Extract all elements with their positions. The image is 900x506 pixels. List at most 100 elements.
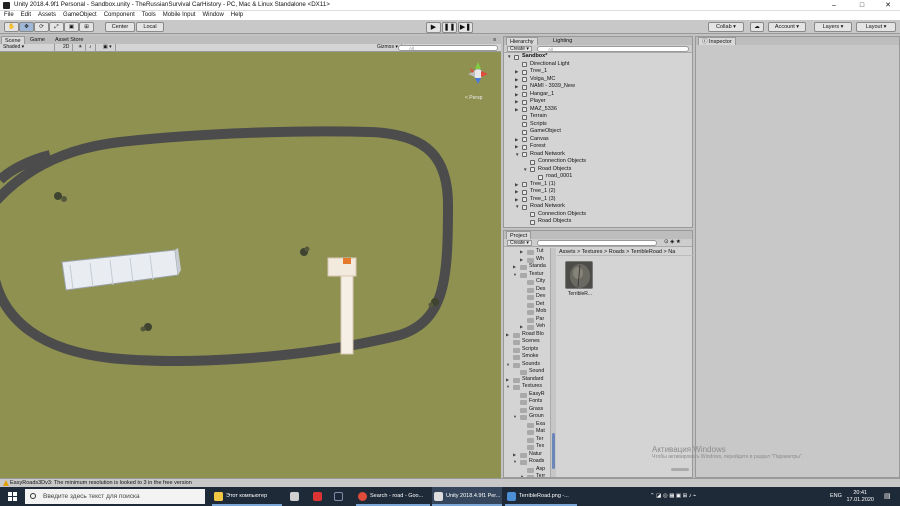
hierarchy-item[interactable]: ▶ Tree_1 (2) — [504, 188, 692, 196]
project-folder-item[interactable]: Sound — [504, 368, 550, 376]
project-folder-item[interactable]: ▼ Textur — [504, 271, 550, 279]
mode-2d-toggle[interactable]: 2D — [60, 44, 74, 51]
expanded-arrow-icon[interactable]: ▼ — [513, 413, 517, 421]
transform-tool-icon[interactable]: ⊞ — [79, 22, 94, 32]
minimize-button[interactable]: – — [822, 0, 846, 11]
collapsed-arrow-icon[interactable]: ▶ — [515, 68, 518, 76]
hierarchy-item[interactable]: Directional Light — [504, 61, 692, 69]
audio-toggle-icon[interactable]: ♪ — [86, 44, 96, 51]
project-folder-item[interactable]: ▶ Natur — [504, 451, 550, 459]
project-folder-item[interactable]: ▶ Tut — [504, 248, 550, 256]
project-folder-item[interactable]: ▶ Standard — [504, 376, 550, 384]
collab-dropdown[interactable]: Collab ▾ — [708, 22, 744, 32]
hierarchy-item[interactable]: ▼ Road Objects — [504, 166, 692, 174]
hierarchy-item[interactable]: road_0001 — [504, 173, 692, 181]
collapsed-arrow-icon[interactable]: ▶ — [513, 263, 516, 271]
project-folder-item[interactable]: Smoke — [504, 353, 550, 361]
collapsed-arrow-icon[interactable]: ▶ — [515, 196, 518, 204]
project-folder-item[interactable]: Det — [504, 301, 550, 309]
collapsed-arrow-icon[interactable]: ▶ — [515, 83, 518, 91]
menu-tools[interactable]: Tools — [142, 11, 156, 20]
panel-menu-icon[interactable]: ≡ — [490, 36, 499, 44]
terrible-road-texture-thumbnail[interactable] — [565, 261, 593, 289]
account-dropdown[interactable]: Account ▾ — [768, 22, 806, 32]
collapsed-arrow-icon[interactable]: ▶ — [515, 98, 518, 106]
project-folder-item[interactable]: Scripts — [504, 346, 550, 354]
hierarchy-item[interactable]: ▼ Road Network — [504, 203, 692, 211]
project-folder-item[interactable]: Mob — [504, 308, 550, 316]
expanded-arrow-icon[interactable]: ▼ — [506, 361, 510, 369]
lighting-toggle-icon[interactable]: ☀ — [75, 44, 87, 51]
hierarchy-search-input[interactable]: All — [537, 46, 689, 52]
hierarchy-create-button[interactable]: Create ▾ — [507, 46, 532, 52]
project-folder-item[interactable]: ▼ Textures — [504, 383, 550, 391]
project-folder-item[interactable]: Par — [504, 316, 550, 324]
hierarchy-item[interactable]: Road Objects — [504, 218, 692, 226]
project-folder-item[interactable]: Des — [504, 286, 550, 294]
hierarchy-item[interactable]: ▶ Volga_MC — [504, 76, 692, 84]
hierarchy-item[interactable]: ▶ Forest — [504, 143, 692, 151]
project-folder-item[interactable]: City — [504, 278, 550, 286]
collapsed-arrow-icon[interactable]: ▶ — [515, 143, 518, 151]
collapsed-arrow-icon[interactable]: ▶ — [506, 331, 509, 339]
hierarchy-item[interactable]: ▶ Canvas — [504, 136, 692, 144]
scrollbar-thumb[interactable] — [552, 433, 555, 469]
taskbar-clock[interactable]: 20:41 17.01.2020 — [846, 490, 874, 503]
tab-inspector[interactable]: ⓘ Inspector — [698, 37, 736, 45]
taskbar-search-input[interactable]: Введите здесь текст для поиска — [25, 489, 205, 504]
project-folder-item[interactable]: ▶ Road Blo — [504, 331, 550, 339]
expanded-arrow-icon[interactable]: ▼ — [520, 473, 524, 477]
language-indicator[interactable]: ENG — [830, 487, 842, 506]
project-folder-item[interactable]: ▼ Terr — [504, 473, 550, 477]
tab-scene[interactable]: Scene — [1, 36, 25, 44]
collapsed-arrow-icon[interactable]: ▶ — [515, 181, 518, 189]
taskbar-app-explorer[interactable]: Этот компьютер — [212, 487, 282, 506]
notification-icon[interactable]: ▤ — [884, 487, 891, 506]
collapsed-arrow-icon[interactable]: ▶ — [515, 136, 518, 144]
tab-asset-store[interactable]: Asset Store — [52, 36, 86, 44]
hierarchy-item[interactable]: Connection Objects — [504, 158, 692, 166]
cloud-icon[interactable]: ☁ — [750, 22, 764, 32]
status-message[interactable]: EasyRoads3Dv3: The minimum resolution is… — [10, 480, 192, 486]
step-button[interactable]: ▶❚ — [458, 22, 473, 33]
hierarchy-item[interactable]: Scripts — [504, 121, 692, 129]
hierarchy-item[interactable]: ▼ Sandbox* — [504, 53, 692, 61]
space-toggle[interactable]: Local — [136, 22, 164, 32]
maximize-button[interactable]: □ — [850, 0, 874, 11]
hierarchy-item[interactable]: Connection Objects — [504, 211, 692, 219]
project-folder-item[interactable]: EasyR — [504, 391, 550, 399]
collapsed-arrow-icon[interactable]: ▶ — [513, 451, 516, 459]
project-folder-item[interactable]: Mat — [504, 428, 550, 436]
project-folder-item[interactable]: Grass — [504, 406, 550, 414]
taskbar-app-unity[interactable]: Unity 2018.4.9f1 Per... — [432, 487, 502, 506]
expanded-arrow-icon[interactable]: ▼ — [515, 203, 519, 211]
collapsed-arrow-icon[interactable]: ▶ — [515, 188, 518, 196]
hierarchy-item[interactable]: ▶ Tree_1 — [504, 68, 692, 76]
close-button[interactable]: ✕ — [876, 0, 900, 11]
project-folder-item[interactable]: ▶ Veh — [504, 323, 550, 331]
breadcrumb[interactable]: Assets > Textures > Roads > TerribleRoad… — [557, 248, 693, 256]
rect-tool-icon[interactable]: ▣ — [64, 22, 79, 32]
project-folder-item[interactable]: Fonts — [504, 398, 550, 406]
menu-gameobject[interactable]: GameObject — [63, 11, 97, 20]
expanded-arrow-icon[interactable]: ▼ — [513, 458, 517, 466]
project-folder-item[interactable]: ▼ Groun — [504, 413, 550, 421]
tab-lighting[interactable]: Lighting — [550, 37, 575, 45]
pinned-app-icon[interactable] — [290, 492, 299, 501]
project-folder-item[interactable]: Ter — [504, 436, 550, 444]
effects-toggle-icon[interactable]: ▣ ▾ — [100, 44, 116, 51]
shading-dropdown[interactable]: Shaded ▾ — [0, 44, 55, 51]
hierarchy-item[interactable]: ▶ Hangar_1 — [504, 91, 692, 99]
perspective-label[interactable]: < Persp — [465, 95, 482, 101]
layout-dropdown[interactable]: Layout ▾ — [856, 22, 896, 32]
hierarchy-item[interactable]: ▶ MAZ_5336 — [504, 106, 692, 114]
expanded-arrow-icon[interactable]: ▼ — [515, 151, 519, 159]
scene-viewport[interactable]: < Persp — [0, 52, 501, 478]
project-search-input[interactable] — [537, 240, 657, 246]
play-button[interactable]: ▶ — [426, 22, 441, 33]
scale-tool-icon[interactable]: ⤢ — [49, 22, 64, 32]
project-folder-item[interactable]: Dev — [504, 293, 550, 301]
tab-hierarchy[interactable]: Hierarchy — [506, 37, 538, 45]
move-tool-icon[interactable]: ✥ — [19, 22, 34, 32]
expanded-arrow-icon[interactable]: ▼ — [507, 53, 511, 61]
